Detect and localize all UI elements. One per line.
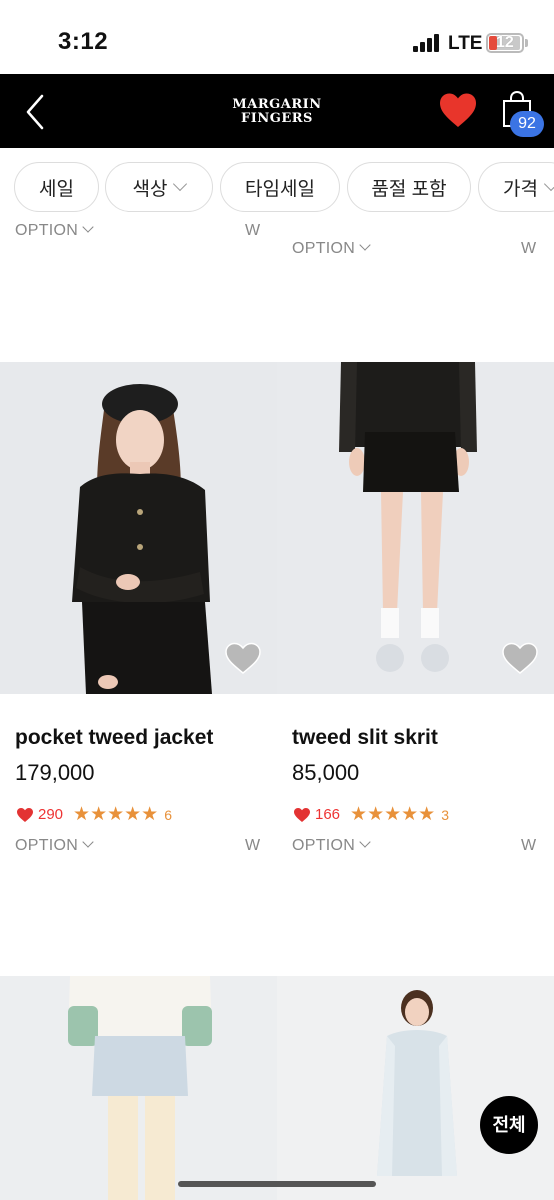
filter-chip-label: 가격 [503, 178, 538, 200]
product-name[interactable]: tweed slit skrit [292, 726, 438, 750]
chevron-down-icon [359, 836, 371, 848]
battery-level: 12 [496, 34, 514, 51]
rating-stars: ★★★★★ [350, 804, 436, 825]
product-price: 85,000 [292, 760, 360, 785]
filter-chip-price[interactable]: 가격 [478, 162, 554, 212]
add-to-wishlist-button[interactable] [224, 642, 262, 676]
w-label: W [521, 240, 537, 257]
home-indicator [178, 1181, 376, 1187]
chevron-down-icon [82, 221, 94, 233]
filter-bar: 세일 색상 타임세일 품절 포함 가격 [0, 148, 554, 224]
heart-outline-icon [225, 642, 261, 674]
rating-stars: ★★★★★ [73, 804, 159, 825]
wishlist-button[interactable] [438, 92, 478, 130]
product-name[interactable]: pocket tweed jacket [15, 726, 213, 750]
product-stats: 166 ★★★★★ 3 [293, 803, 449, 826]
option-dropdown[interactable]: OPTION [15, 221, 94, 240]
heart-icon [440, 93, 476, 127]
cart-count-badge: 92 [510, 111, 544, 137]
filter-chip-label: 품절 포함 [371, 178, 447, 200]
option-label: OPTION [15, 837, 79, 854]
likes-count: 166 [315, 806, 341, 823]
heart-icon [294, 807, 310, 822]
w-label: W [521, 837, 537, 854]
heart-outline-icon [502, 642, 538, 674]
option-dropdown[interactable]: OPTION [15, 836, 94, 855]
network-label: LTE [448, 33, 483, 54]
app-header: MARGARIN FINGERS [0, 74, 554, 148]
product-photo [277, 976, 554, 1200]
battery-icon: 12 [486, 33, 524, 53]
signal-icon [413, 34, 443, 52]
filter-chip-sale[interactable]: 세일 [14, 162, 99, 212]
add-to-wishlist-button[interactable] [501, 642, 539, 676]
chevron-down-icon [543, 176, 554, 192]
filter-chip-label: 타임세일 [245, 178, 315, 200]
product-image[interactable] [277, 976, 554, 1200]
view-all-button[interactable]: 전체 [480, 1096, 538, 1154]
product-price: 179,000 [15, 760, 95, 785]
option-label: OPTION [292, 240, 356, 257]
status-time: 3:12 [58, 28, 109, 55]
option-label: OPTION [15, 222, 79, 239]
heart-icon [17, 807, 33, 822]
w-label: W [245, 222, 261, 239]
product-image[interactable] [0, 976, 277, 1200]
option-dropdown[interactable]: OPTION [292, 239, 371, 258]
status-bar: 3:12 LTE 12 [0, 0, 554, 74]
chevron-down-icon [359, 239, 371, 251]
likes-count: 290 [38, 806, 64, 823]
filter-chip-label: 색상 [132, 178, 168, 200]
filter-chip-time-sale[interactable]: 타임세일 [220, 162, 340, 212]
filter-chip-include-soldout[interactable]: 품절 포함 [347, 162, 471, 212]
chevron-down-icon [82, 836, 94, 848]
option-dropdown[interactable]: OPTION [292, 836, 371, 855]
option-label: OPTION [292, 837, 356, 854]
product-photo [0, 976, 277, 1200]
filter-chip-label: 세일 [39, 178, 74, 200]
filter-chip-color[interactable]: 색상 [105, 162, 213, 212]
chevron-down-icon [173, 176, 188, 192]
review-count: 3 [441, 806, 449, 823]
review-count: 6 [164, 806, 172, 823]
product-stats: 290 ★★★★★ 6 [16, 803, 172, 826]
w-label: W [245, 837, 261, 854]
